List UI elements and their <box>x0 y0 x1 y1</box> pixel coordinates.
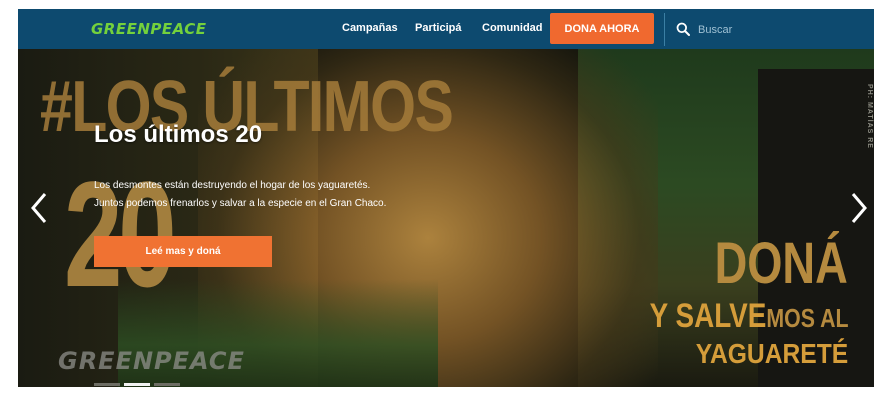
slogan-line-1: DONÁ <box>714 231 848 296</box>
nav-participa[interactable]: Participá <box>415 22 461 34</box>
search-icon[interactable] <box>676 22 690 36</box>
greenpeace-watermark: GREENPEACE <box>58 347 245 375</box>
nav-campanas[interactable]: Campañas <box>342 22 398 34</box>
page-frame: GREENPEACE Campañas Participá Comunidad … <box>18 9 874 387</box>
site-header: GREENPEACE Campañas Participá Comunidad … <box>18 9 874 49</box>
slide-indicator-active[interactable] <box>124 383 150 386</box>
slide-indicators <box>94 383 180 386</box>
slide-indicator[interactable] <box>94 383 120 386</box>
slogan-line-2-a: Y SALVE <box>649 297 766 335</box>
read-more-donate-button[interactable]: Leé mas y doná <box>94 236 272 267</box>
hero-carousel: #LOS ÚLTIMOS 20 PH: MATÍAS RE Los último… <box>18 49 874 387</box>
chevron-left-icon[interactable] <box>30 191 48 225</box>
slide-indicator[interactable] <box>154 383 180 386</box>
slide-title: Los últimos 20 <box>94 121 263 148</box>
slogan-line-2: Y SALVEMOS AL <box>649 299 848 335</box>
greenpeace-logo[interactable]: GREENPEACE <box>91 20 207 38</box>
chevron-right-icon[interactable] <box>850 191 868 225</box>
nav-comunidad[interactable]: Comunidad <box>482 22 543 34</box>
slogan-line-3: YAGUARETÉ <box>695 338 848 369</box>
donate-now-button[interactable]: DONA AHORA <box>550 13 654 44</box>
search-input[interactable] <box>696 20 860 40</box>
slide-description: Los desmontes están destruyendo el hogar… <box>94 180 387 209</box>
photo-credit: PH: MATÍAS RE <box>866 84 873 149</box>
search-divider <box>664 13 665 46</box>
slogan-line-2-b: MOS AL <box>765 303 848 333</box>
